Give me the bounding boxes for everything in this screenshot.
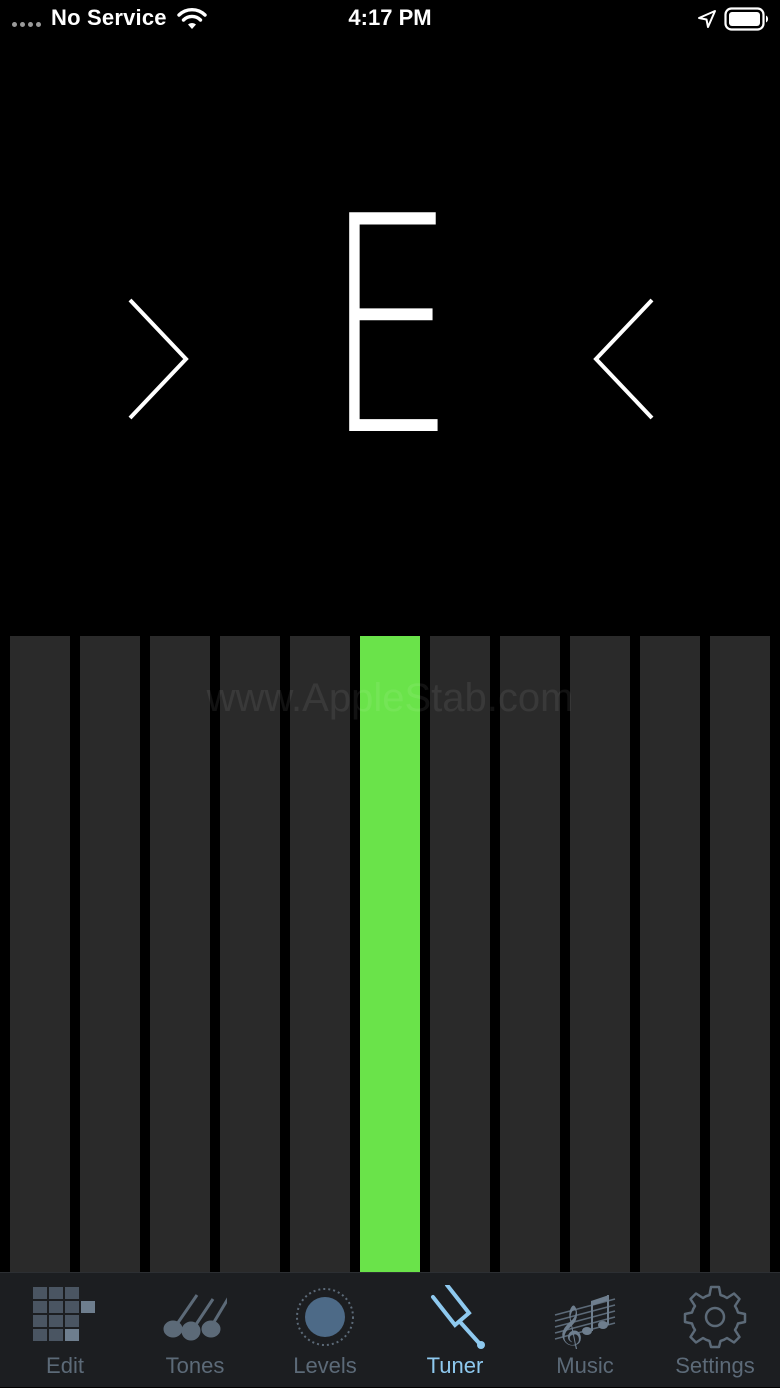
tab-edit[interactable]: Edit — [0, 1273, 130, 1388]
tab-label: Music — [556, 1353, 614, 1378]
edit-icon — [33, 1287, 95, 1341]
tab-tones[interactable]: Tones — [130, 1273, 260, 1388]
meter-bar — [220, 636, 280, 1272]
meter-bar — [150, 636, 210, 1272]
tab-tuner[interactable]: Tuner — [390, 1273, 520, 1388]
meter-bar — [430, 636, 490, 1272]
note-display: E — [0, 40, 780, 636]
guitars-icon — [163, 1294, 227, 1341]
tab-label: Levels — [293, 1353, 357, 1378]
tab-bar: Edit Tones Levels Tuner 𝄞 Music Settings — [0, 1272, 780, 1387]
sharp-indicator-arrow-icon — [593, 298, 654, 420]
clock: 4:17 PM — [348, 5, 432, 30]
tab-music[interactable]: 𝄞 Music — [520, 1273, 650, 1388]
meter-bar — [290, 636, 350, 1272]
levels-knob-icon — [296, 1288, 354, 1346]
meter-bar — [80, 636, 140, 1272]
gear-icon — [683, 1285, 747, 1349]
tab-label: Settings — [675, 1353, 755, 1378]
tab-levels[interactable]: Levels — [260, 1273, 390, 1388]
svg-text:𝄞: 𝄞 — [557, 1305, 583, 1349]
meter-bar — [710, 636, 770, 1272]
music-notes-icon: 𝄞 — [554, 1295, 616, 1349]
status-bar: No Service 4:17 PM — [0, 0, 780, 40]
battery-icon — [724, 7, 769, 31]
tab-label: Tuner — [426, 1353, 484, 1378]
meter-bar-active — [360, 636, 420, 1272]
tuning-fork-icon — [431, 1285, 485, 1349]
meter-bar — [570, 636, 630, 1272]
meter-bar — [500, 636, 560, 1272]
tab-label: Edit — [46, 1353, 84, 1378]
tab-label: Tones — [165, 1353, 225, 1378]
meter-bar — [640, 636, 700, 1272]
meter-bar — [10, 636, 70, 1272]
note-letter: E — [323, 153, 457, 502]
location-arrow-icon — [698, 10, 716, 28]
tuning-meter: www.AppleStab.com — [0, 636, 780, 1272]
tab-settings[interactable]: Settings — [650, 1273, 780, 1388]
